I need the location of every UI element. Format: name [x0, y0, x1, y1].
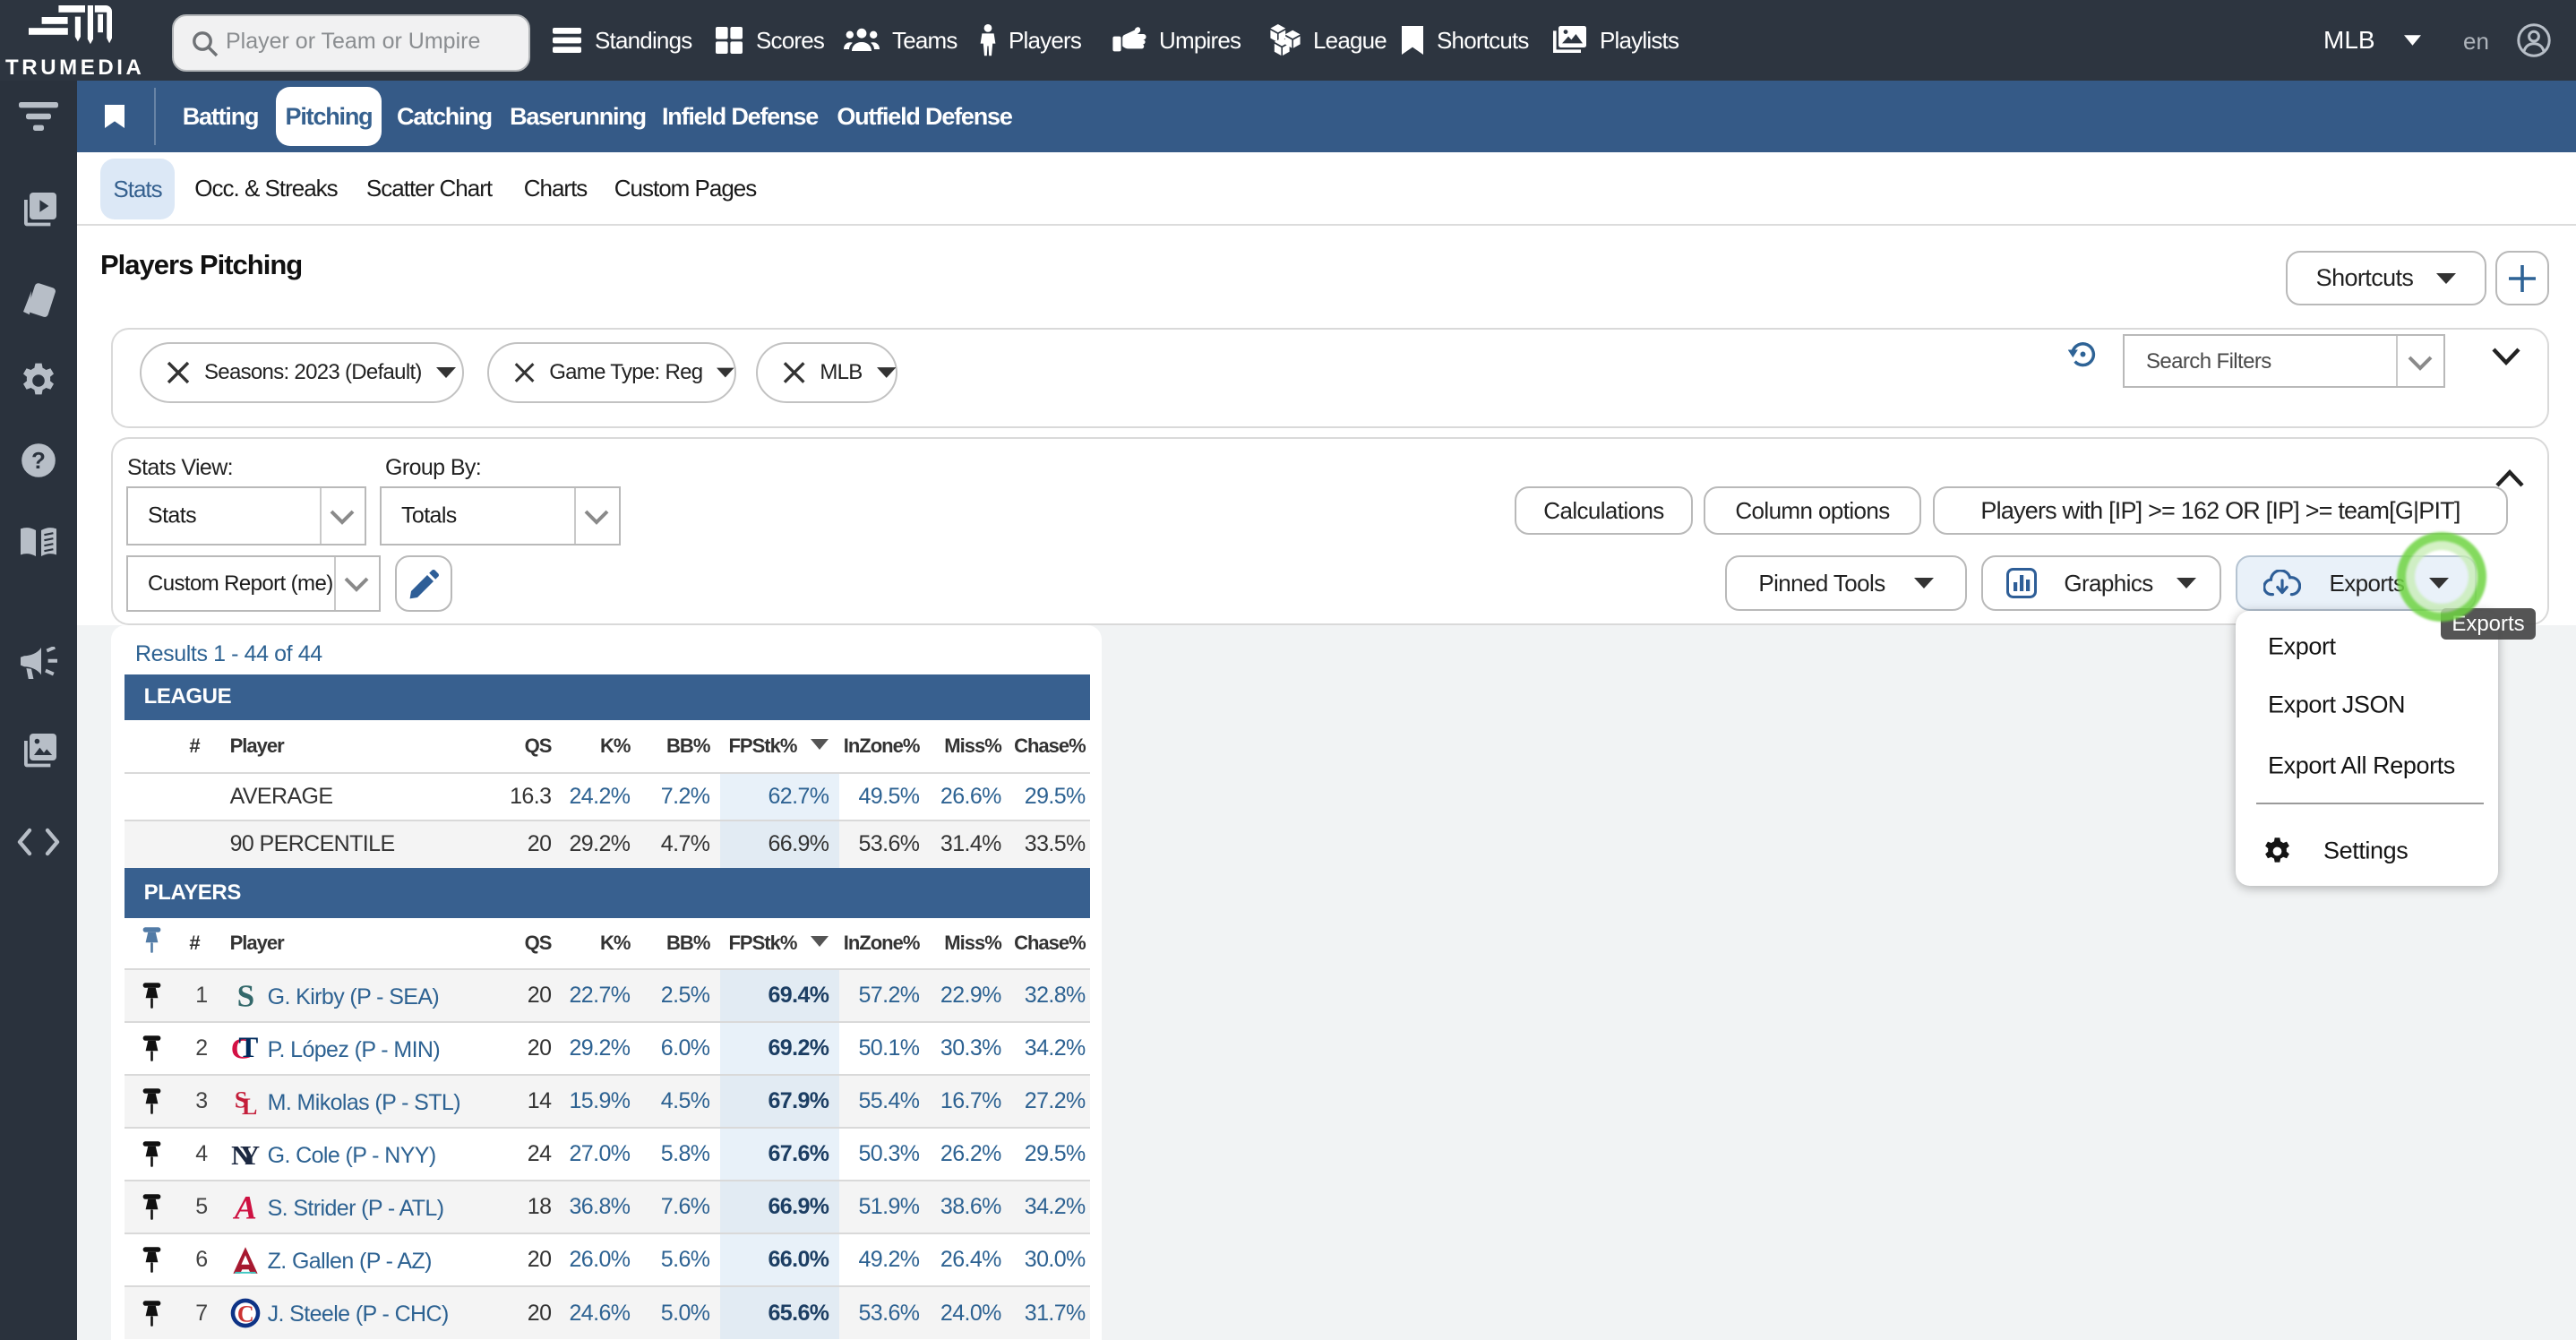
svg-text:L: L [242, 1094, 257, 1117]
svg-text:A: A [232, 1192, 255, 1223]
svg-text:Y: Y [240, 1140, 260, 1170]
svg-text:?: ? [31, 447, 46, 474]
svg-text:C: C [237, 1301, 253, 1327]
svg-text:S: S [236, 981, 253, 1011]
svg-text:T: T [238, 1034, 258, 1064]
